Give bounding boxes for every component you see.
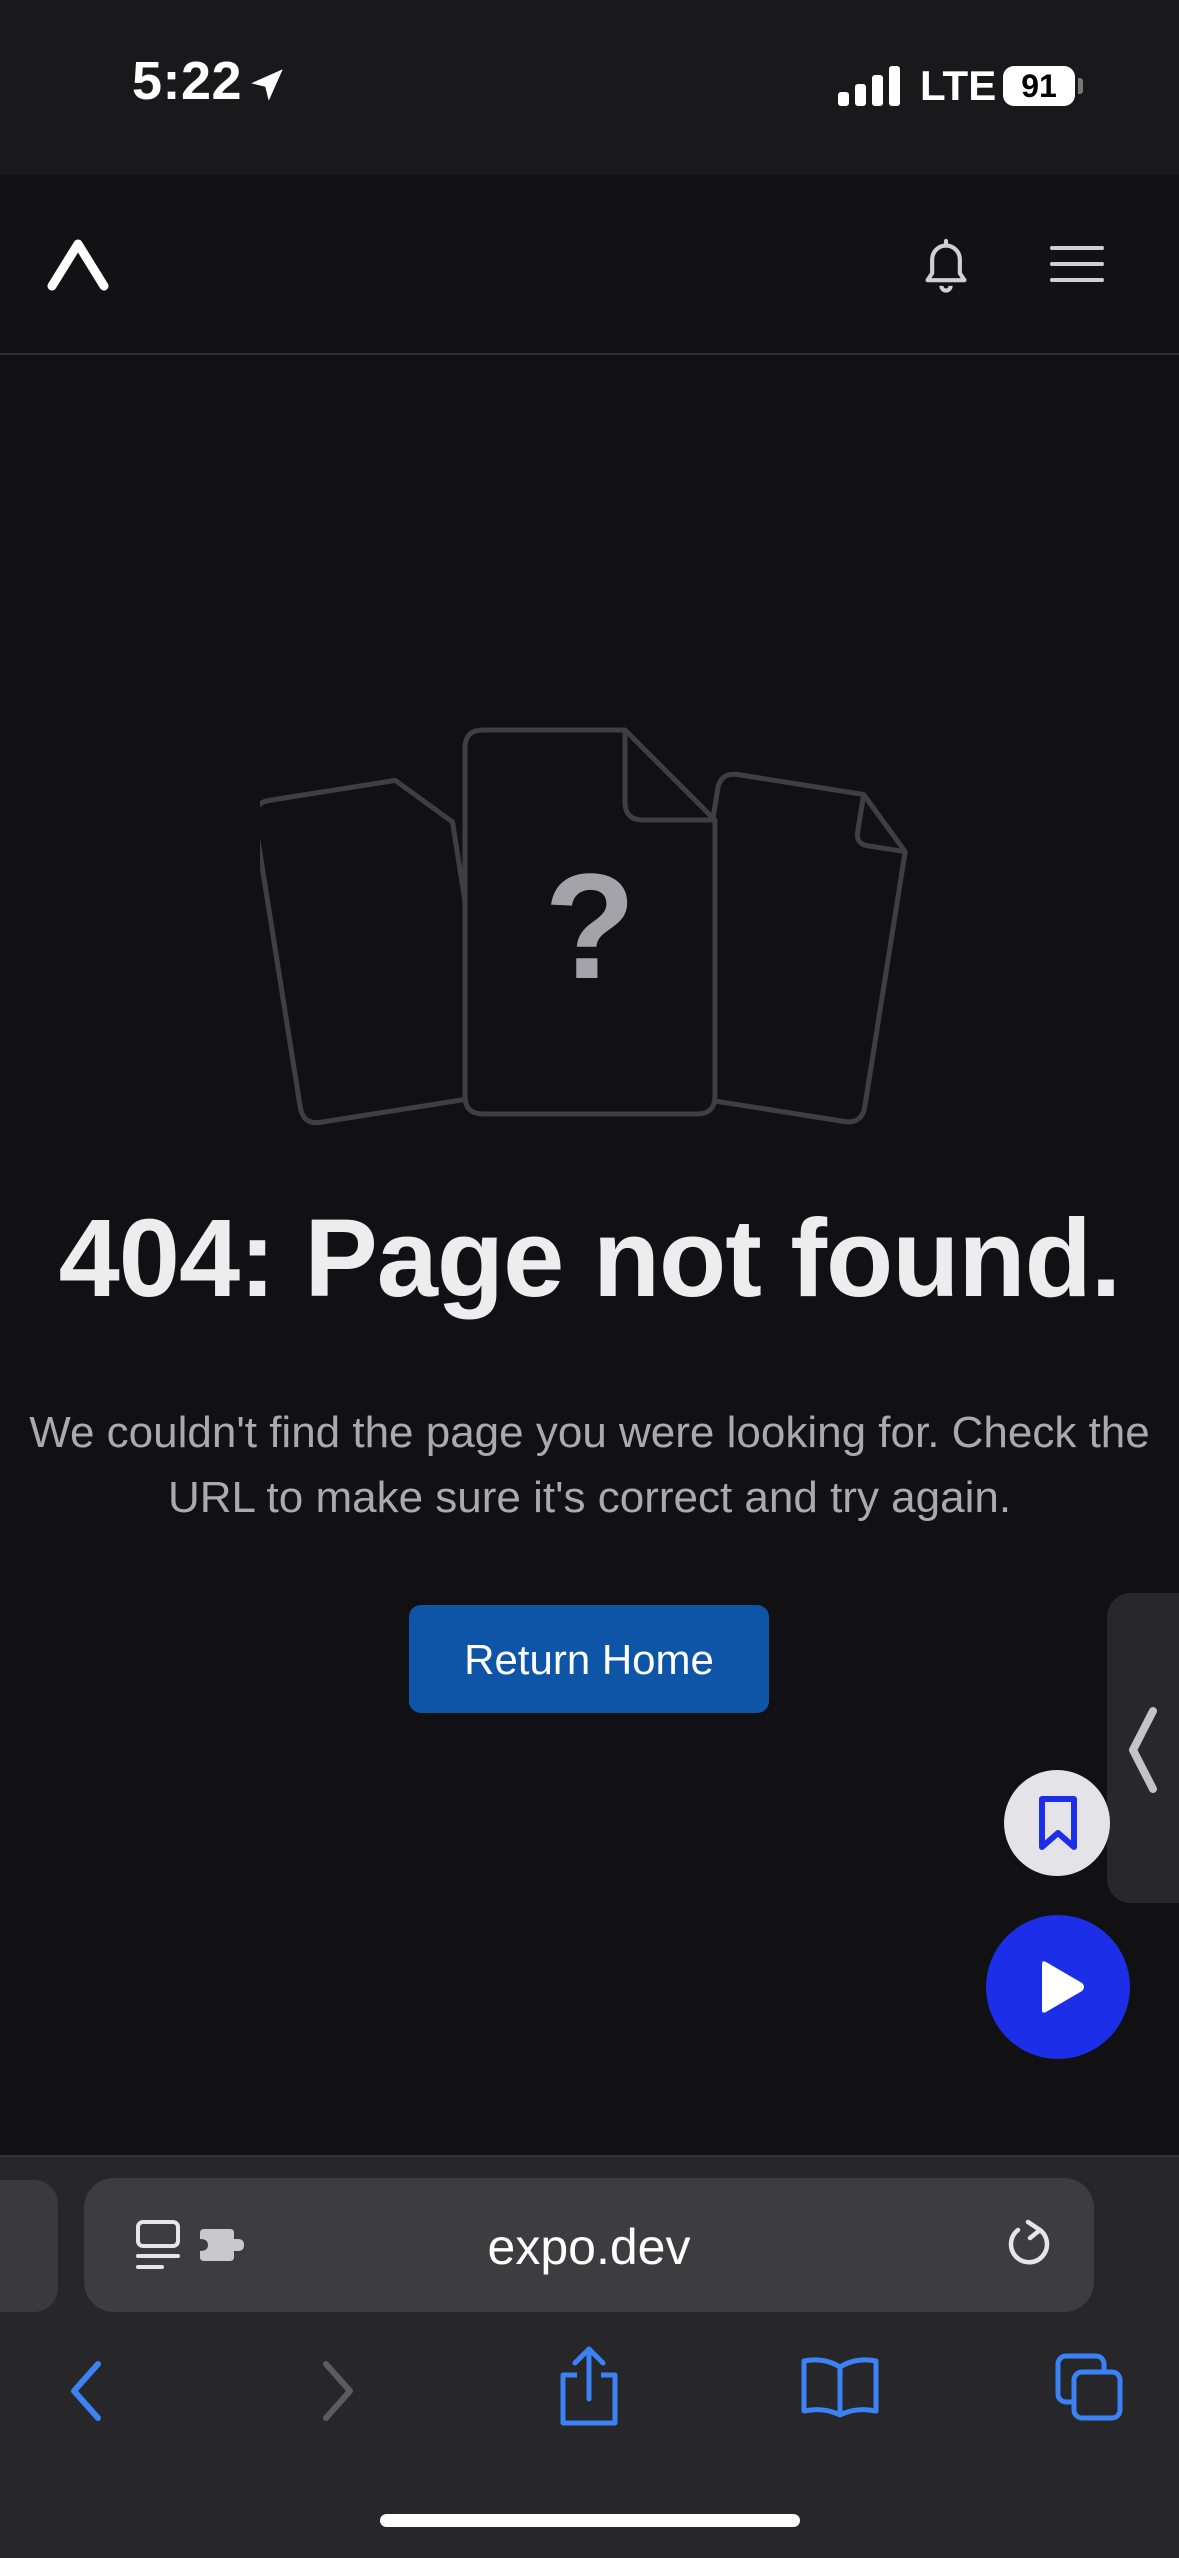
error-title: 404: Page not found.	[58, 1197, 1122, 1320]
home-indicator	[380, 2514, 800, 2527]
play-icon	[1042, 1961, 1084, 2013]
tabs-icon[interactable]	[1054, 2352, 1126, 2424]
bookmark-icon	[1039, 1796, 1077, 1850]
status-time: 5:22	[132, 51, 243, 111]
battery-cap	[1078, 78, 1083, 94]
expo-logo-icon[interactable]	[46, 236, 110, 294]
reload-icon[interactable]	[1002, 2218, 1054, 2272]
question-mark: ?	[544, 842, 636, 1010]
hamburger-menu-icon[interactable]	[1050, 244, 1104, 284]
network-type-label: LTE	[920, 62, 997, 109]
battery-indicator: 91	[1003, 66, 1075, 106]
previous-tab-peek[interactable]	[0, 2180, 58, 2312]
location-arrow-icon	[251, 69, 283, 101]
error-description: We couldn't find the page you were looki…	[29, 1408, 1150, 1522]
forward-icon[interactable]	[318, 2360, 358, 2422]
bell-icon[interactable]	[918, 234, 974, 294]
share-icon[interactable]	[555, 2345, 623, 2429]
chevron-left-icon	[1129, 1707, 1157, 1793]
back-icon[interactable]	[66, 2360, 106, 2422]
site-header	[0, 175, 1179, 355]
return-home-button[interactable]: Return Home	[409, 1605, 769, 1713]
bookmarks-book-icon[interactable]	[800, 2355, 880, 2419]
missing-pages-illustration-icon: ?	[260, 727, 908, 1126]
cellular-signal-icon	[838, 66, 900, 106]
url-text[interactable]: expo.dev	[84, 2218, 1094, 2276]
